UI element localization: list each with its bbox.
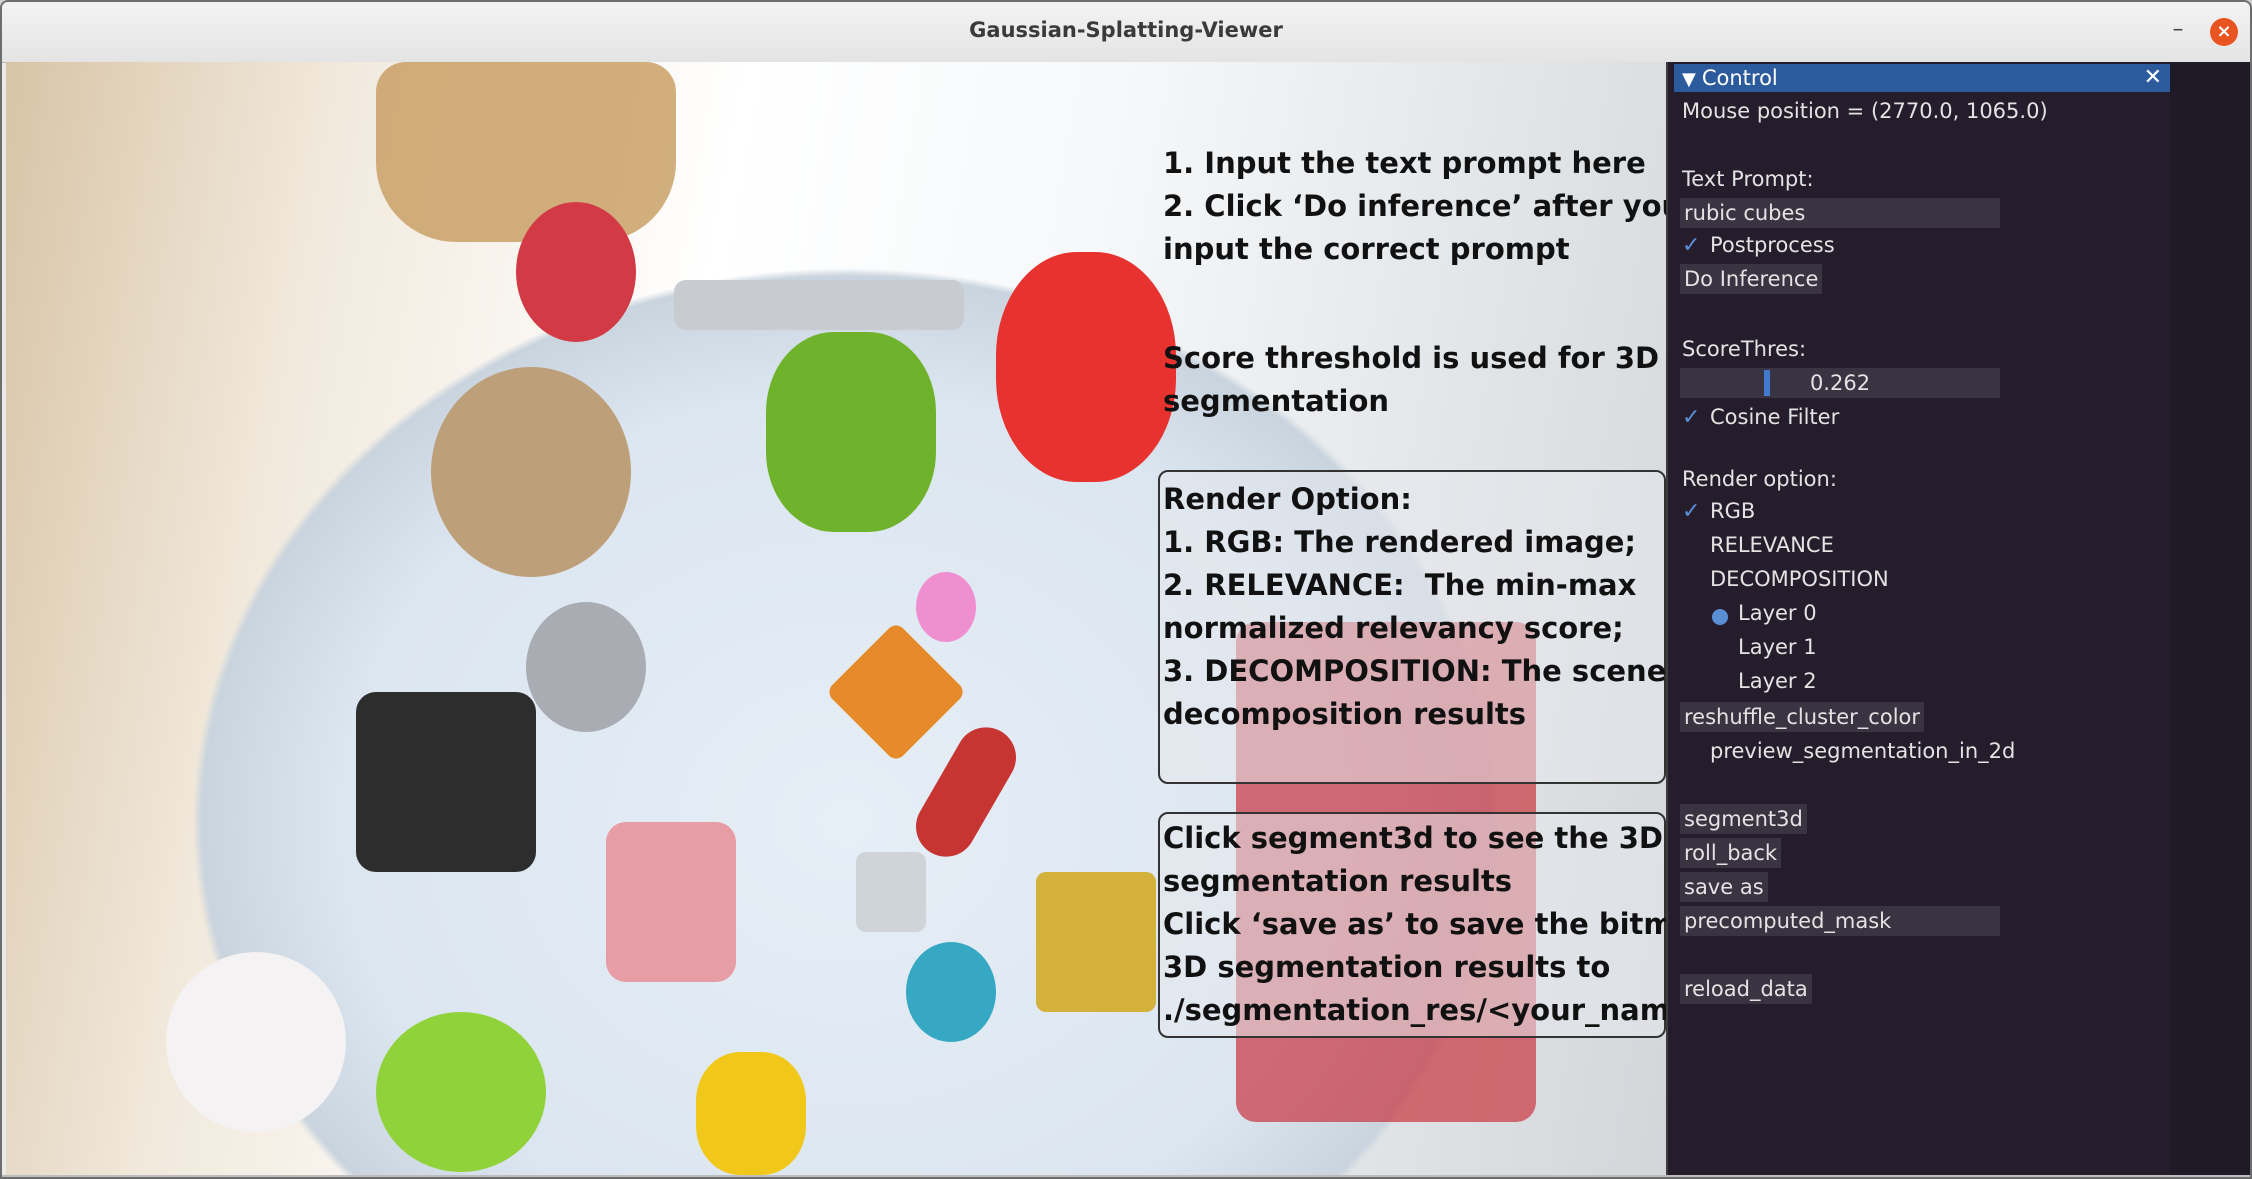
- precomputed-mask-input[interactable]: precomputed_mask: [1680, 906, 2000, 936]
- camera-shape: [356, 692, 536, 872]
- relevance-checkbox[interactable]: [1682, 534, 1706, 558]
- window-title: Gaussian-Splatting-Viewer: [969, 18, 1283, 42]
- score-thres-slider[interactable]: 0.262: [1680, 368, 2000, 398]
- postprocess-checkbox[interactable]: ✓: [1682, 234, 1706, 258]
- spatula-shape: [856, 852, 926, 932]
- yellow-toy-shape: [696, 1052, 806, 1175]
- text-prompt-input[interactable]: rubic cubes: [1680, 198, 2000, 228]
- blue-cup-shape: [906, 942, 996, 1042]
- phone-shape: [674, 280, 964, 330]
- layer-1-label: Layer 1: [1738, 635, 1817, 659]
- panel-margin: [2170, 62, 2250, 1175]
- mouse-position-readout: Mouse position = (2770.0, 1065.0): [1682, 99, 2048, 123]
- segment3d-button[interactable]: segment3d: [1680, 804, 1807, 834]
- layer-2-radio[interactable]: [1712, 677, 1728, 693]
- score-threshold-note: Score threshold is used for 3D segmentat…: [1163, 341, 1660, 418]
- chair-shape: [376, 62, 676, 242]
- cosine-filter-checkbox[interactable]: ✓: [1682, 406, 1706, 430]
- red-chair-shape: [996, 252, 1176, 482]
- close-icon[interactable]: ✕: [2144, 64, 2162, 92]
- green-apple-shape: [376, 1012, 546, 1172]
- cone-shape: [825, 621, 967, 763]
- text-prompt-label: Text Prompt:: [1682, 167, 1814, 191]
- collapse-icon[interactable]: ▼: [1682, 69, 1696, 90]
- segment-note: Click segment3d to see the 3D segmentati…: [1163, 821, 1666, 1027]
- rgb-checkbox[interactable]: ✓: [1682, 500, 1706, 524]
- relevance-label: RELEVANCE: [1710, 533, 1834, 557]
- minimize-button[interactable]: –: [2164, 16, 2192, 44]
- layer-1-radio[interactable]: [1712, 643, 1728, 659]
- reload-data-button[interactable]: reload_data: [1680, 974, 1812, 1004]
- layer-0-label: Layer 0: [1738, 601, 1817, 625]
- app-window: Gaussian-Splatting-Viewer – × 1. Input t…: [0, 0, 2252, 1179]
- green-chair-shape: [766, 332, 936, 532]
- preview-segmentation-checkbox[interactable]: [1682, 740, 1706, 764]
- preview-segmentation-label: preview_segmentation_in_2d: [1710, 739, 2016, 763]
- panel-title: Control: [1701, 66, 1778, 90]
- checkmark-icon: ✓: [1682, 405, 1701, 430]
- reshuffle-cluster-color-button[interactable]: reshuffle_cluster_color: [1680, 702, 1925, 732]
- decomposition-label: DECOMPOSITION: [1710, 567, 1889, 591]
- close-button[interactable]: ×: [2210, 18, 2238, 46]
- pumpkin-shape: [431, 367, 631, 577]
- checkmark-icon: ✓: [1682, 233, 1701, 258]
- do-inference-button[interactable]: Do Inference: [1680, 264, 1823, 294]
- status-strip: [2, 1175, 2250, 1177]
- render-option-label: Render option:: [1682, 467, 1837, 491]
- knife-shape: [905, 716, 1027, 868]
- rubik-cube-shape: [1036, 872, 1156, 1012]
- bunny-shape: [166, 952, 346, 1132]
- score-thres-value: 0.262: [1809, 371, 1871, 395]
- save-as-button[interactable]: save as: [1680, 872, 1768, 902]
- render-option-note: Render Option: 1. RGB: The rendered imag…: [1163, 482, 1666, 731]
- title-bar[interactable]: Gaussian-Splatting-Viewer – ×: [2, 2, 2250, 63]
- prompt-instructions: 1. Input the text prompt here 2. Click ‘…: [1163, 146, 1666, 266]
- layer-0-radio[interactable]: [1712, 609, 1728, 625]
- roll-back-button[interactable]: roll_back: [1680, 838, 1782, 868]
- rgb-label: RGB: [1710, 499, 1756, 523]
- icecream-shape: [916, 572, 976, 642]
- apple-red-shape: [516, 202, 636, 342]
- checkmark-icon: ✓: [1682, 499, 1701, 524]
- package-shape: [606, 822, 736, 982]
- flash-shape: [526, 602, 646, 732]
- cosine-filter-label: Cosine Filter: [1710, 405, 1840, 429]
- layer-2-label: Layer 2: [1738, 669, 1817, 693]
- decomposition-checkbox[interactable]: [1682, 568, 1706, 592]
- control-panel-header[interactable]: ▼ Control ✕: [1674, 64, 2170, 92]
- postprocess-label: Postprocess: [1710, 233, 1835, 257]
- render-viewport[interactable]: 1. Input the text prompt here 2. Click ‘…: [6, 62, 1666, 1175]
- control-panel: ▼ Control ✕ Mouse position = (2770.0, 106…: [1666, 62, 2172, 1175]
- score-thres-label: ScoreThres:: [1682, 337, 1807, 361]
